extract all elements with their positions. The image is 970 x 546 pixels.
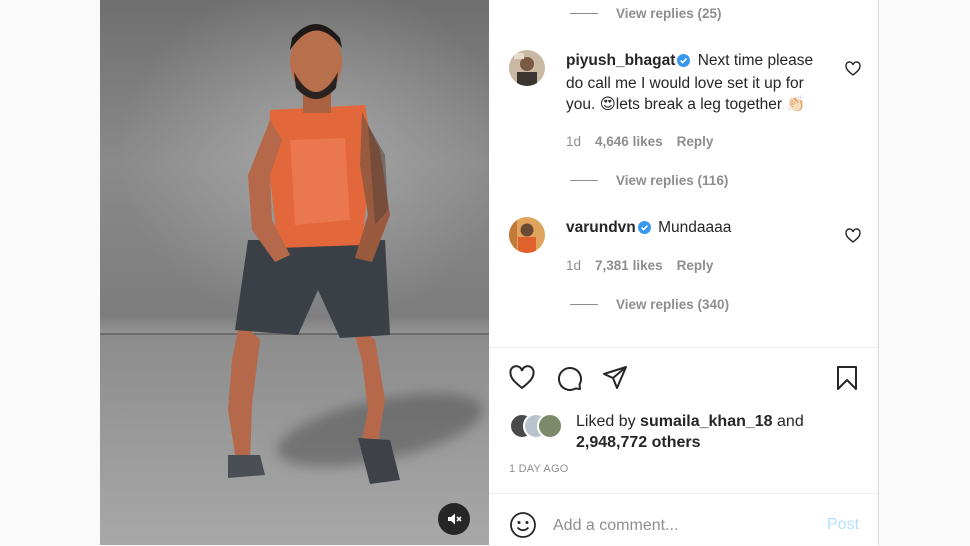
reply-button[interactable]: Reply <box>677 258 714 273</box>
comment-meta: 1d 7,381 likes Reply <box>566 258 727 273</box>
comment-likes[interactable]: 4,646 likes <box>595 134 663 149</box>
verified-badge-icon <box>677 52 691 73</box>
post-container: View replies (25) piyush_bhagat Next tim… <box>100 0 879 545</box>
add-comment-bar: Post <box>489 493 878 546</box>
liked-by-and: and <box>777 413 804 430</box>
view-replies-label: View replies (340) <box>616 297 730 312</box>
heart-icon[interactable] <box>508 364 536 392</box>
avatar[interactable] <box>509 50 545 86</box>
liked-by-others[interactable]: 2,948,772 others <box>576 434 701 451</box>
comment-username[interactable]: varundvn <box>566 219 636 236</box>
liked-by-text: Liked by sumaila_khan_18 and 2,948,772 o… <box>576 411 846 453</box>
comments-panel: View replies (25) piyush_bhagat Next tim… <box>489 0 878 545</box>
post-date[interactable]: 1 DAY AGO <box>509 463 568 475</box>
comment-like-heart-icon[interactable] <box>845 61 861 77</box>
speaker-muted-icon <box>448 513 462 525</box>
verified-badge-icon <box>637 219 651 240</box>
view-replies-button[interactable]: View replies (116) <box>570 173 728 188</box>
avatar <box>537 413 563 439</box>
dancer-figure <box>228 24 400 484</box>
comment-input[interactable] <box>553 512 813 540</box>
comment-text: Mundaaaa <box>658 219 732 236</box>
comment-username[interactable]: piyush_bhagat <box>566 52 675 69</box>
liked-by-user[interactable]: sumaila_khan_18 <box>640 413 773 430</box>
comment-time[interactable]: 1d <box>566 134 581 149</box>
comment-body: piyush_bhagat Next time please do call m… <box>566 50 831 115</box>
view-replies-button[interactable]: View replies (340) <box>570 297 729 312</box>
divider-dash <box>570 304 598 305</box>
emoji-icon[interactable] <box>509 511 537 539</box>
avatar[interactable] <box>509 217 545 253</box>
comment-body: varundvn Mundaaaa <box>566 217 831 240</box>
view-replies-button[interactable]: View replies (25) <box>570 6 722 21</box>
divider-dash <box>570 13 598 14</box>
paper-plane-icon[interactable] <box>601 364 629 392</box>
comment-likes[interactable]: 7,381 likes <box>595 258 663 273</box>
comment-meta: 1d 4,646 likes Reply <box>566 134 727 149</box>
bookmark-icon[interactable] <box>833 364 861 392</box>
liked-by-avatars[interactable] <box>509 413 569 439</box>
view-replies-label: View replies (116) <box>616 173 729 188</box>
comment-time[interactable]: 1d <box>566 258 581 273</box>
liked-by-prefix: Liked by <box>576 413 636 430</box>
divider-dash <box>570 180 598 181</box>
mute-button[interactable] <box>438 503 470 535</box>
reply-button[interactable]: Reply <box>677 134 714 149</box>
comment-icon[interactable] <box>555 364 583 392</box>
post-video[interactable] <box>100 0 489 545</box>
post-button[interactable]: Post <box>827 516 859 534</box>
post-actions: Liked by sumaila_khan_18 and 2,948,772 o… <box>489 347 878 494</box>
comments-list: View replies (25) piyush_bhagat Next tim… <box>489 0 878 347</box>
view-replies-label: View replies (25) <box>616 6 722 21</box>
comment-like-heart-icon[interactable] <box>845 228 861 244</box>
